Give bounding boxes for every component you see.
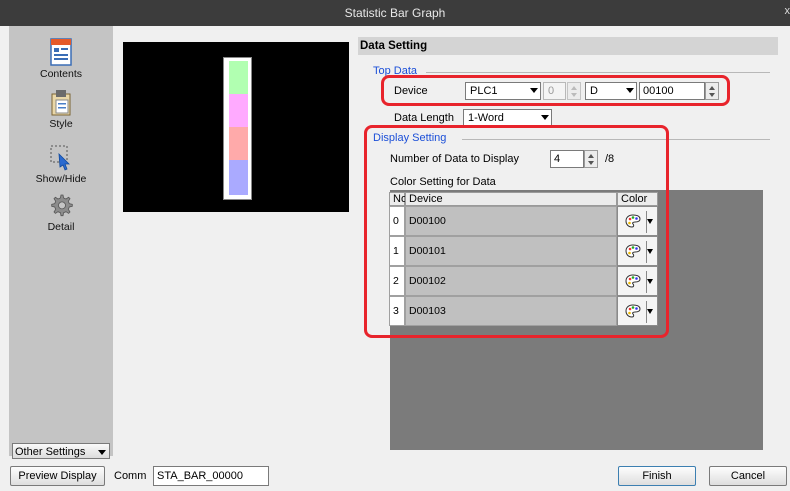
section-header-data-setting: Data Setting: [358, 37, 778, 55]
window-title: Statistic Bar Graph: [344, 6, 446, 20]
bar-segment: [229, 61, 248, 94]
style-icon: [51, 90, 71, 116]
bar-segment: [229, 160, 248, 195]
data-length-label: Data Length: [394, 112, 454, 124]
contents-icon: [50, 38, 72, 66]
sidebar-item-detail[interactable]: Detail: [9, 193, 113, 233]
preview-canvas: [123, 42, 349, 212]
sidebar: Contents Style Show/Hide Detail: [9, 26, 113, 456]
close-button[interactable]: x: [785, 5, 790, 17]
sidebar-item-contents[interactable]: Contents: [9, 38, 113, 80]
bottom-bar: Preview Display Comm STA_BAR_00000 Finis…: [0, 460, 790, 491]
preview-display-button[interactable]: Preview Display: [10, 466, 105, 486]
other-settings-dropdown[interactable]: Other Settings: [12, 443, 110, 459]
sidebar-item-show-hide[interactable]: Show/Hide: [9, 143, 113, 185]
sidebar-item-style[interactable]: Style: [9, 88, 113, 130]
title-bar: Statistic Bar Graph x: [0, 0, 790, 26]
comm-label: Comm: [114, 470, 147, 482]
sidebar-item-label: Contents: [39, 68, 83, 80]
highlight-device-row: [381, 75, 730, 106]
sidebar-item-label: Style: [49, 118, 73, 130]
bar-segment: [229, 127, 248, 160]
show-hide-icon: [50, 145, 70, 171]
highlight-display-setting: [364, 125, 669, 338]
finish-button[interactable]: Finish: [618, 466, 696, 486]
comm-input[interactable]: STA_BAR_00000: [153, 466, 269, 486]
statistic-bar-graph-preview: [223, 57, 252, 200]
group-divider: [426, 72, 770, 73]
sidebar-item-label: Detail: [47, 221, 75, 233]
other-settings-label: Other Settings: [15, 446, 86, 458]
cancel-button[interactable]: Cancel: [709, 466, 787, 486]
chevron-down-icon: [98, 450, 106, 455]
bar-segment: [229, 94, 248, 127]
gear-icon: [51, 194, 73, 217]
data-length-value: 1-Word: [468, 112, 504, 124]
sidebar-item-label: Show/Hide: [35, 173, 87, 185]
chevron-down-icon: [541, 115, 549, 120]
